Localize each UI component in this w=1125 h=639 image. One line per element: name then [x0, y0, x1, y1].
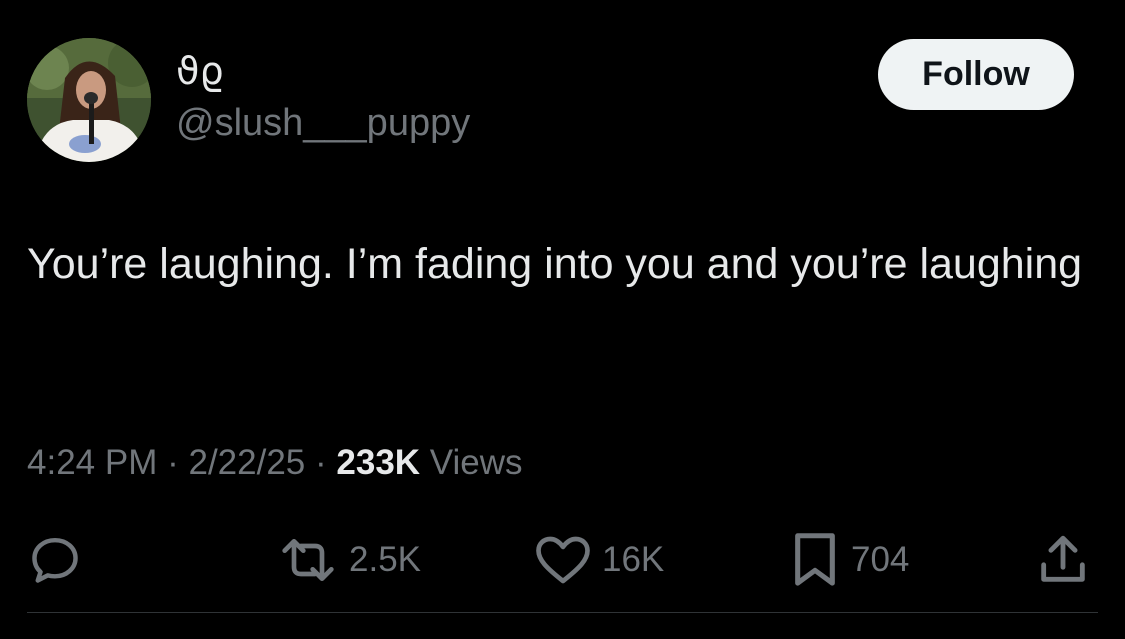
- avatar[interactable]: [27, 38, 151, 162]
- divider: [27, 612, 1098, 613]
- share-button[interactable]: [1034, 528, 1092, 592]
- views-count: 233K: [336, 443, 421, 482]
- meta-separator: ·: [315, 443, 327, 482]
- meta-separator: ·: [167, 443, 179, 482]
- reply-icon: [32, 537, 78, 583]
- retweet-icon: [282, 539, 334, 581]
- heart-icon: [536, 536, 590, 584]
- tweet-card: ϑϱ @slush___puppy Follow You’re laughing…: [0, 0, 1125, 639]
- retweet-count: 2.5K: [349, 540, 421, 579]
- author-handle[interactable]: @slush___puppy: [176, 100, 470, 146]
- tweet-time[interactable]: 4:24 PM: [27, 443, 157, 482]
- tweet-meta: 4:24 PM · 2/22/25 · 233K Views: [27, 440, 523, 486]
- tweet-text: You’re laughing. I’m fading into you and…: [27, 240, 1083, 288]
- like-count: 16K: [602, 540, 665, 579]
- bookmark-icon: [795, 533, 835, 586]
- bookmark-count: 704: [851, 540, 910, 579]
- follow-button[interactable]: Follow: [878, 39, 1074, 110]
- action-bar: 2.5K 16K 704: [27, 528, 1097, 592]
- tweet-date[interactable]: 2/22/25: [188, 443, 305, 482]
- share-icon: [1041, 535, 1085, 582]
- bookmark-button[interactable]: 704: [787, 528, 909, 592]
- like-button[interactable]: 16K: [532, 528, 664, 592]
- retweet-button[interactable]: 2.5K: [275, 528, 421, 592]
- avatar-image: [27, 38, 151, 162]
- reply-button[interactable]: [27, 528, 83, 592]
- views-label: Views: [429, 443, 523, 482]
- author-display-name[interactable]: ϑϱ: [176, 48, 224, 94]
